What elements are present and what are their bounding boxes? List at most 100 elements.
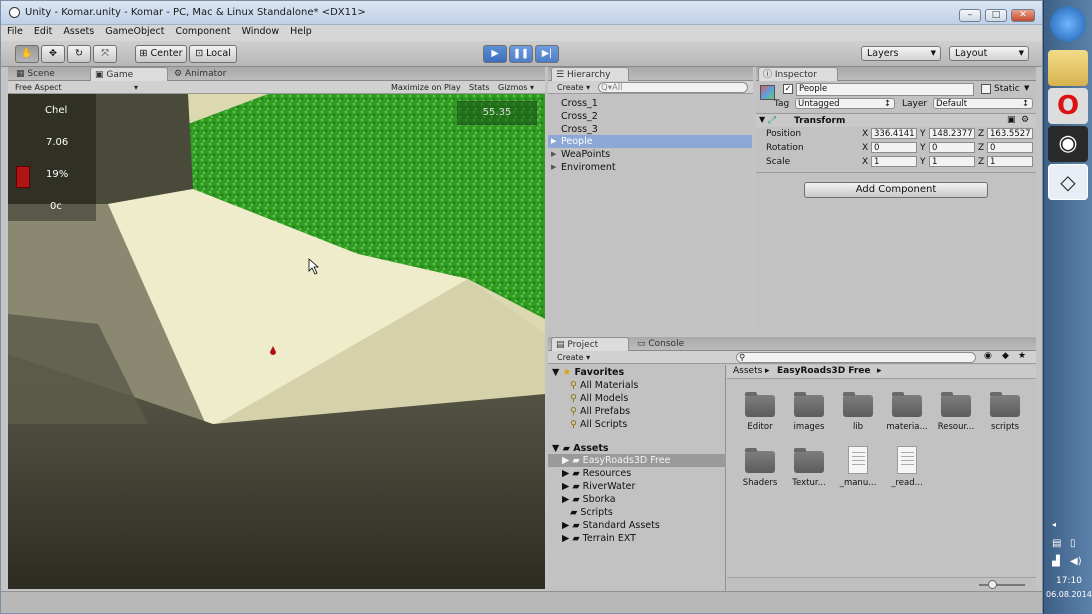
menu-assets[interactable]: Assets: [57, 25, 99, 37]
hierarchy-item[interactable]: ▶ Enviroment: [548, 161, 752, 174]
scale-x-input[interactable]: 1: [871, 156, 917, 167]
filter-label-icon[interactable]: ◆: [1002, 351, 1009, 361]
maximize-on-play-button[interactable]: Maximize on Play: [388, 82, 464, 93]
minimize-button[interactable]: –: [959, 9, 981, 22]
menu-help[interactable]: Help: [284, 25, 317, 37]
breadcrumb-current[interactable]: EasyRoads3D Free: [777, 366, 871, 376]
add-component-button[interactable]: Add Component: [804, 182, 988, 198]
favorite-item[interactable]: ⚲ All Models: [570, 392, 750, 405]
asset-folder[interactable]: ▶ ▰ Standard Assets: [562, 519, 742, 532]
active-checkbox[interactable]: ✓: [783, 84, 793, 94]
star-icon[interactable]: ★: [1018, 351, 1026, 361]
project-create-button[interactable]: Create ▾: [554, 352, 593, 363]
tab-project[interactable]: ▤ Project: [551, 337, 629, 351]
menu-edit[interactable]: Edit: [28, 25, 57, 37]
object-name-input[interactable]: People: [796, 83, 974, 96]
obs-taskbar-icon[interactable]: ◉: [1048, 126, 1088, 162]
scale-z-input[interactable]: 1: [987, 156, 1033, 167]
tab-game[interactable]: ▣ Game: [90, 67, 168, 81]
tab-hierarchy[interactable]: ☰ Hierarchy: [551, 67, 629, 81]
favorite-item[interactable]: ⚲ All Materials: [570, 379, 750, 392]
menu-file[interactable]: File: [1, 25, 28, 37]
breadcrumb-assets[interactable]: Assets: [733, 366, 762, 376]
favorite-item[interactable]: ⚲ All Scripts: [570, 418, 750, 431]
zoom-slider-track[interactable]: [979, 584, 1025, 586]
center-toggle-button[interactable]: ⊞ Center: [135, 45, 187, 63]
expand-arrow-icon[interactable]: ▶: [551, 148, 556, 161]
clock-date[interactable]: 06.08.2014: [1046, 590, 1092, 599]
layout-dropdown[interactable]: Layout ▼: [949, 46, 1029, 61]
unity-taskbar-icon[interactable]: ◇: [1048, 164, 1088, 200]
hierarchy-item[interactable]: Cross_2: [548, 110, 752, 123]
scale-tool-button[interactable]: ⤧: [93, 45, 117, 63]
hierarchy-search-input[interactable]: Q▾All: [598, 82, 748, 93]
folder-icon[interactable]: [794, 448, 824, 473]
position-x-input[interactable]: 336.4141: [871, 128, 917, 139]
asset-folder[interactable]: ▶ ▰ RiverWater: [562, 480, 742, 493]
gear-icon[interactable]: ⚙: [1021, 115, 1029, 125]
tab-inspector[interactable]: ⓘ Inspector: [758, 67, 838, 81]
static-checkbox[interactable]: [981, 84, 991, 94]
asset-folder[interactable]: ▰ Scripts: [570, 506, 750, 519]
game-view[interactable]: Chel 7.06 19% 0c 55.35: [8, 94, 545, 589]
expand-arrow-icon[interactable]: ▶: [551, 135, 556, 148]
collapse-arrow-icon[interactable]: ▼: [759, 115, 765, 124]
tray-expand-icon[interactable]: ◂: [1052, 520, 1056, 529]
chevron-down-icon[interactable]: ▼: [1024, 84, 1029, 92]
rotation-x-input[interactable]: 0: [871, 142, 917, 153]
zoom-slider-thumb[interactable]: [988, 580, 997, 589]
asset-folder-selected[interactable]: ▶ ▰ EasyRoads3D Free: [548, 454, 726, 467]
folder-icon[interactable]: [843, 392, 873, 417]
pause-button[interactable]: ❚❚: [509, 45, 533, 63]
collapse-arrow-icon[interactable]: ▼: [552, 443, 559, 454]
folder-icon[interactable]: [745, 392, 775, 417]
menu-component[interactable]: Component: [169, 25, 235, 37]
aspect-dropdown[interactable]: Free Aspect ▾: [12, 82, 140, 93]
folder-icon[interactable]: [892, 392, 922, 417]
battery-icon[interactable]: ▯: [1070, 538, 1076, 549]
folder-icon[interactable]: [941, 392, 971, 417]
rotate-tool-button[interactable]: ↻: [67, 45, 91, 63]
rotation-z-input[interactable]: 0: [987, 142, 1033, 153]
explorer-taskbar-icon[interactable]: [1048, 50, 1088, 86]
play-button[interactable]: ▶: [483, 45, 507, 63]
book-icon[interactable]: ▣: [1007, 115, 1016, 125]
folder-icon[interactable]: [794, 392, 824, 417]
tab-animator[interactable]: ⚙ Animator: [170, 67, 250, 81]
layers-dropdown[interactable]: Layers ▼: [861, 46, 941, 61]
asset-folder[interactable]: ▶ ▰ Sborka: [562, 493, 742, 506]
tab-scene[interactable]: ▦ Scene: [12, 67, 90, 81]
hierarchy-item[interactable]: Cross_1: [548, 97, 752, 110]
scale-y-input[interactable]: 1: [929, 156, 975, 167]
folder-icon[interactable]: [745, 448, 775, 473]
clock-time[interactable]: 17:10: [1056, 576, 1082, 586]
network-icon[interactable]: ▤: [1052, 538, 1061, 549]
close-button[interactable]: ✕: [1011, 9, 1035, 22]
stats-button[interactable]: Stats: [466, 82, 492, 93]
hierarchy-item[interactable]: ▶ WeaPoints: [548, 148, 752, 161]
asset-folder[interactable]: ▶ ▰ Terrain EXT: [562, 532, 742, 545]
document-icon[interactable]: [897, 446, 917, 474]
transform-header[interactable]: ▼ ⤢ Transform ▣ ⚙: [756, 113, 1036, 127]
volume-icon[interactable]: ◀): [1070, 556, 1082, 567]
tag-dropdown[interactable]: Untagged ↕: [795, 98, 895, 109]
project-search-input[interactable]: ⚲: [736, 352, 976, 363]
local-toggle-button[interactable]: ⊡ Local: [189, 45, 237, 63]
folder-icon[interactable]: [990, 392, 1020, 417]
favorite-item[interactable]: ⚲ All Prefabs: [570, 405, 750, 418]
position-z-input[interactable]: 163.5527: [987, 128, 1033, 139]
gizmos-dropdown[interactable]: Gizmos ▾: [495, 82, 537, 93]
menu-gameobject[interactable]: GameObject: [99, 25, 169, 37]
document-icon[interactable]: [848, 446, 868, 474]
expand-arrow-icon[interactable]: ▶: [551, 161, 556, 174]
hand-tool-button[interactable]: ✋: [15, 45, 39, 63]
asset-folder[interactable]: ▶ ▰ Resources: [562, 467, 742, 480]
menu-window[interactable]: Window: [236, 25, 284, 37]
collapse-arrow-icon[interactable]: ▼: [552, 367, 559, 378]
signal-icon[interactable]: ▟: [1052, 556, 1060, 567]
hierarchy-create-button[interactable]: Create ▾: [554, 82, 593, 93]
favorites-node[interactable]: ▼ ★ Favorites: [552, 366, 732, 379]
step-button[interactable]: ▶|: [535, 45, 559, 63]
tab-console[interactable]: ▭ Console: [633, 337, 713, 351]
filter-type-icon[interactable]: ◉: [984, 351, 992, 361]
